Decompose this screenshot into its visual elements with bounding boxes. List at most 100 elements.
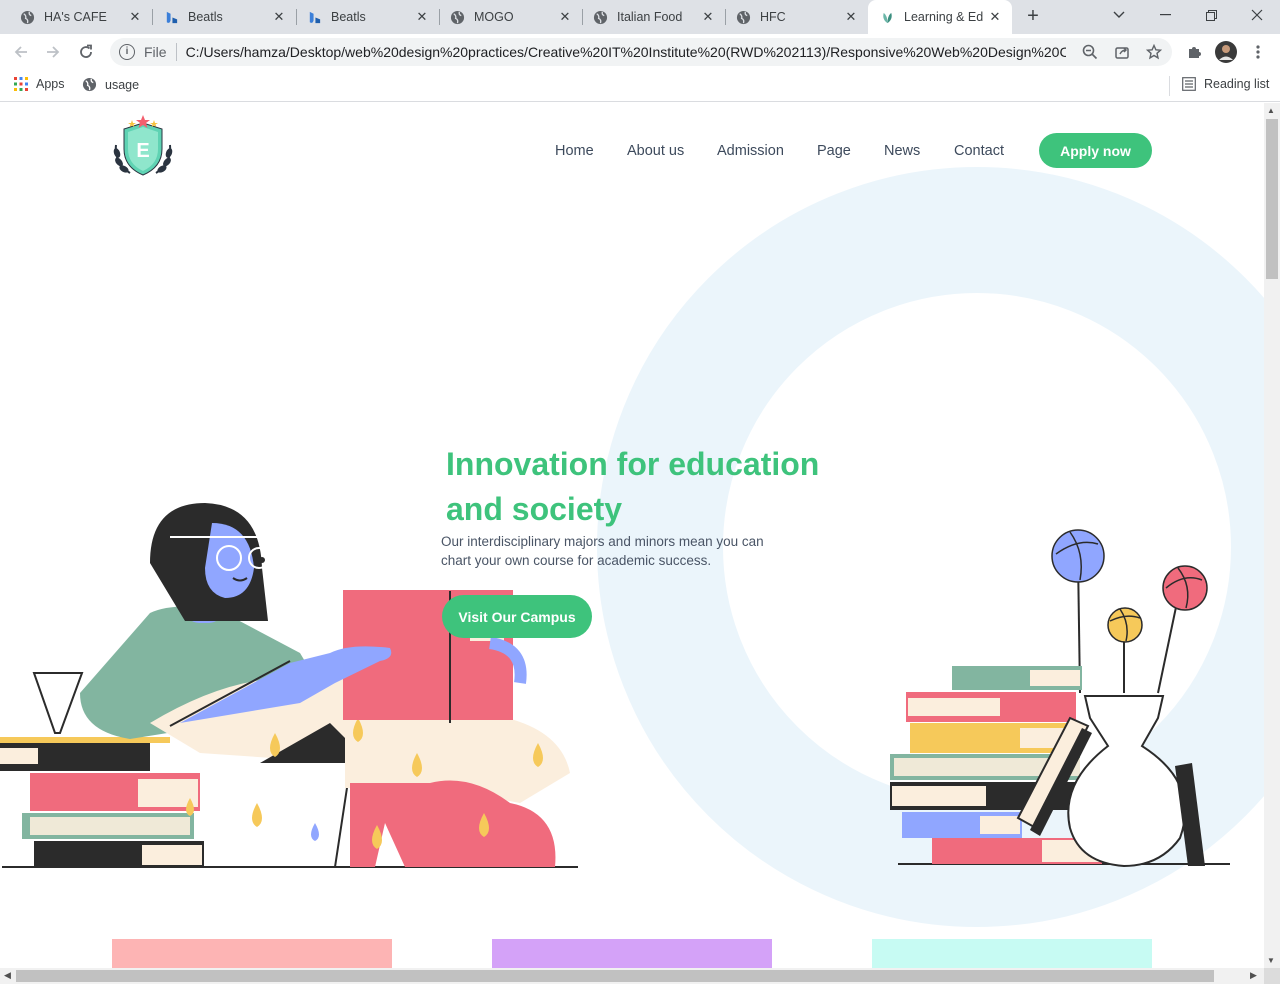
arrow-left-icon — [14, 46, 27, 58]
globe-icon — [593, 10, 608, 25]
tab-title: Beatls — [188, 10, 223, 24]
feature-card — [492, 939, 772, 968]
address-divider — [175, 43, 177, 61]
close-icon[interactable]: ✕ — [557, 9, 573, 25]
scrollbar-corner — [1264, 968, 1280, 984]
extensions-button[interactable] — [1182, 40, 1206, 64]
forward-button[interactable] — [41, 40, 65, 64]
tab-title: Beatls — [331, 10, 366, 24]
nav-page[interactable]: Page — [817, 143, 851, 159]
minimize-button[interactable] — [1142, 0, 1188, 30]
vertical-scroll-thumb[interactable] — [1266, 119, 1278, 279]
tab-title: Learning & Edu — [904, 10, 984, 24]
apply-now-button[interactable]: Apply now — [1039, 133, 1152, 168]
tab-title: MOGO — [474, 10, 514, 24]
tab-search-button[interactable] — [1096, 0, 1142, 30]
bookmark-label: Apps — [36, 77, 65, 91]
share-button[interactable] — [1110, 40, 1134, 64]
zoom-button[interactable] — [1078, 40, 1102, 64]
browser-tab[interactable]: Beatls ✕ — [297, 0, 439, 34]
minimize-icon — [1159, 14, 1171, 16]
menu-button[interactable] — [1246, 40, 1270, 64]
reload-button[interactable] — [74, 40, 98, 64]
feature-card — [872, 939, 1152, 968]
scroll-down-arrow-icon[interactable]: ▼ — [1267, 956, 1275, 965]
globe-icon — [20, 10, 35, 25]
hero-title-line-2: and society — [446, 491, 623, 527]
visit-campus-button[interactable]: Visit Our Campus — [442, 595, 592, 638]
tab-title: HFC — [760, 10, 786, 24]
vertical-scrollbar[interactable]: ▲ ▼ — [1264, 103, 1280, 968]
browser-toolbar: i File C:/Users/hamza/Desktop/web%20desi… — [0, 34, 1280, 70]
bookmark-button[interactable] — [1142, 40, 1166, 64]
info-icon[interactable]: i — [119, 44, 135, 60]
close-icon[interactable]: ✕ — [843, 9, 859, 25]
close-icon[interactable]: ✕ — [414, 9, 430, 25]
leaf-favicon — [880, 10, 895, 25]
beatls-favicon — [307, 10, 322, 25]
close-icon[interactable]: ✕ — [271, 9, 287, 25]
globe-icon — [736, 10, 751, 25]
nav-admission[interactable]: Admission — [717, 143, 784, 159]
nav-home[interactable]: Home — [555, 143, 594, 159]
browser-tab[interactable]: Beatls ✕ — [154, 0, 296, 34]
bookmark-usage[interactable]: usage — [82, 77, 139, 92]
arrow-right-icon — [47, 46, 60, 58]
site-logo[interactable]: E — [108, 115, 178, 181]
reload-icon — [80, 44, 92, 58]
close-icon[interactable]: ✕ — [127, 9, 143, 25]
back-button[interactable] — [9, 40, 33, 64]
feature-card — [112, 939, 392, 968]
browser-tab[interactable]: HFC ✕ — [726, 0, 868, 34]
hero-illustration-right — [890, 529, 1230, 868]
page-viewport: E Home About us Admission Page News Cont… — [0, 103, 1264, 968]
tab-divider — [152, 9, 153, 25]
nav-about[interactable]: About us — [627, 143, 684, 159]
hero-title: Innovation for education and society — [446, 442, 846, 532]
scroll-left-arrow-icon[interactable]: ◀ — [4, 970, 11, 981]
new-tab-button[interactable]: + — [1022, 6, 1044, 28]
hero-subtitle-line-1: Our interdisciplinary majors and minors … — [441, 534, 764, 549]
star-icon — [1146, 44, 1162, 60]
close-window-button[interactable] — [1234, 0, 1280, 30]
browser-tab[interactable]: HA's CAFE ✕ — [0, 0, 152, 34]
close-icon[interactable]: ✕ — [987, 9, 1003, 25]
horizontal-scroll-thumb[interactable] — [16, 970, 1214, 982]
beatls-favicon — [164, 10, 179, 25]
browser-tab[interactable]: MOGO ✕ — [440, 0, 582, 34]
hero-subtitle-line-2: chart your own course for academic succe… — [441, 553, 712, 568]
chevron-down-icon — [1113, 11, 1125, 18]
scroll-right-arrow-icon[interactable]: ▶ — [1250, 970, 1257, 981]
tab-title: HA's CAFE — [44, 10, 107, 24]
bookmarks-bar: Apps usage Reading list — [0, 70, 1280, 102]
puzzle-icon — [1189, 47, 1201, 58]
horizontal-scrollbar[interactable]: ◀ ▶ — [0, 968, 1264, 984]
globe-icon — [82, 77, 97, 92]
share-icon — [1115, 47, 1129, 59]
browser-tab-active[interactable]: Learning & Edu ✕ — [868, 0, 1012, 34]
address-url[interactable]: C:/Users/hamza/Desktop/web%20design%20pr… — [186, 44, 1066, 60]
bookmark-label: usage — [105, 77, 140, 92]
browser-tab[interactable]: Italian Food ✕ — [583, 0, 725, 34]
hero-title-line-1: Innovation for education — [446, 446, 820, 482]
profile-button[interactable] — [1214, 40, 1238, 64]
nav-contact[interactable]: Contact — [954, 143, 1004, 159]
hero-subtitle: Our interdisciplinary majors and minors … — [441, 532, 791, 570]
tab-strip: HA's CAFE ✕ Beatls ✕ Beatls ✕ MOGO ✕ Ita… — [0, 0, 1280, 34]
reading-list-button[interactable]: Reading list — [1182, 77, 1269, 91]
close-icon[interactable]: ✕ — [700, 9, 716, 25]
scroll-up-arrow-icon[interactable]: ▲ — [1267, 106, 1275, 115]
bookmark-apps[interactable]: Apps — [14, 77, 65, 91]
bookmarks-divider — [1169, 76, 1170, 96]
close-icon — [1251, 9, 1263, 21]
nav-news[interactable]: News — [884, 143, 920, 159]
restore-button[interactable] — [1188, 0, 1234, 30]
address-bar[interactable]: i File C:/Users/hamza/Desktop/web%20desi… — [110, 38, 1172, 66]
bookmark-label: Reading list — [1204, 77, 1270, 91]
reading-list-icon — [1182, 77, 1196, 91]
tab-title: Italian Food — [617, 10, 683, 24]
avatar — [1215, 41, 1237, 63]
kebab-menu-icon — [1256, 45, 1260, 59]
restore-icon — [1205, 9, 1217, 21]
zoom-out-icon — [1082, 44, 1098, 60]
